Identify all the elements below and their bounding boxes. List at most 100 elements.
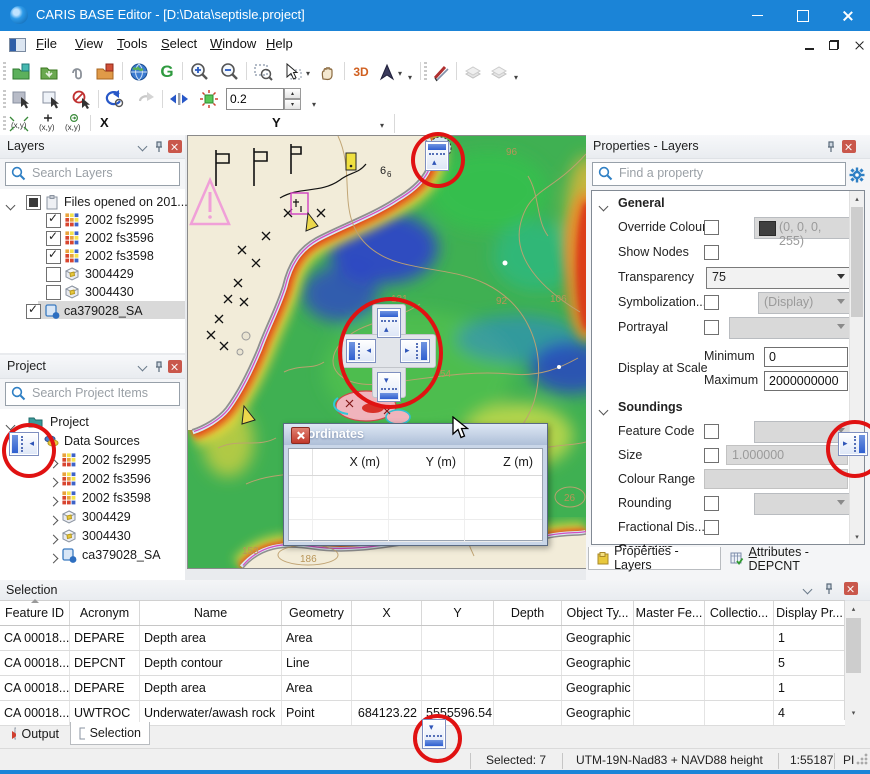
new-surface-button[interactable] — [10, 61, 32, 83]
table-row[interactable]: CA 00018...DEPCNTDepth contourLineGeogra… — [0, 651, 845, 676]
project-root-label[interactable]: Project — [50, 415, 89, 429]
property-search-input[interactable] — [617, 165, 843, 181]
menu-tools[interactable]: Tools — [117, 36, 147, 51]
north-arrow-button[interactable] — [376, 61, 398, 83]
layer-label[interactable]: 3004429 — [85, 267, 134, 281]
layer-row[interactable]: 3004429 — [0, 265, 185, 283]
expand-icon[interactable] — [50, 475, 57, 489]
layers-search-box[interactable] — [5, 162, 180, 186]
col-name[interactable]: Name — [140, 601, 282, 625]
project-item-label[interactable]: 2002 fs2995 — [82, 453, 151, 467]
coordinate-system[interactable]: UTM-19N-Nad83 + NAVD88 height — [576, 753, 763, 767]
dock-guide-left-button[interactable]: ◂ — [346, 339, 376, 363]
layer-label[interactable]: 2002 fs3596 — [85, 231, 154, 245]
mdi-close-button[interactable] — [846, 31, 870, 58]
section-soundings[interactable]: Soundings — [592, 397, 849, 419]
coordinates-window[interactable]: Coordinates X (m) Y (m) Z (m) — [283, 423, 548, 546]
scroll-down-icon[interactable]: ▾ — [850, 529, 864, 544]
toolbar-grip-2[interactable] — [424, 62, 427, 82]
toolbar-grip-4[interactable] — [3, 116, 6, 131]
symbolization-checkbox[interactable] — [704, 295, 719, 310]
min-scale-input[interactable] — [764, 347, 848, 367]
col-master-feature[interactable]: Master Fe... — [634, 601, 705, 625]
snap-tolerance-input[interactable] — [226, 88, 284, 110]
xy-add-button[interactable]: (x,y) — [36, 113, 58, 135]
max-scale-input[interactable] — [764, 371, 848, 391]
project-search-input[interactable] — [30, 385, 177, 401]
zoom-area-button[interactable] — [252, 61, 274, 83]
zoom-in-button[interactable] — [188, 61, 210, 83]
scroll-up-icon[interactable]: ▴ — [850, 191, 864, 206]
expand-collapse-icon[interactable] — [7, 198, 14, 212]
toolbar-grip-3[interactable] — [3, 90, 6, 108]
fit-width-button[interactable] — [168, 88, 190, 110]
select-tool-button[interactable] — [282, 61, 304, 83]
project-search-box[interactable] — [5, 382, 180, 406]
snap-tolerance-spinner[interactable]: ▴ ▾ — [284, 88, 301, 110]
pin-icon[interactable] — [824, 140, 838, 153]
layer-label[interactable]: 3004430 — [85, 285, 134, 299]
layer-label[interactable]: ca379028_SA — [64, 304, 143, 318]
table-row[interactable]: CA 00018...DEPAREDepth areaAreaGeographi… — [0, 626, 845, 651]
coordinates-empty-row[interactable] — [289, 520, 542, 542]
close-panel-icon[interactable] — [168, 140, 182, 153]
expand-icon[interactable] — [50, 513, 57, 527]
pin-icon[interactable] — [152, 140, 166, 153]
panel-menu-icon[interactable] — [135, 140, 149, 153]
close-panel-icon[interactable] — [844, 582, 858, 595]
flash-layer-button[interactable] — [198, 88, 220, 110]
selection-scrollbar[interactable]: ▴ ▾ — [844, 601, 862, 720]
scroll-down-icon[interactable]: ▾ — [845, 705, 862, 720]
fractional-checkbox[interactable] — [704, 520, 719, 535]
autohide-bottom-panel-button[interactable]: ▾ — [422, 719, 446, 749]
tab-selection[interactable]: Selection — [70, 722, 150, 745]
previous-view-button[interactable] — [104, 88, 126, 110]
maximize-button[interactable] — [780, 0, 825, 31]
col-y[interactable]: Y — [422, 601, 494, 625]
data-sources-label[interactable]: Data Sources — [64, 434, 140, 448]
autohide-left-panel-button[interactable]: ◂ — [9, 432, 39, 456]
expand-icon[interactable] — [50, 494, 57, 508]
close-button[interactable] — [825, 0, 870, 31]
project-item-row[interactable]: 3004429 — [0, 508, 185, 526]
scroll-up-icon[interactable]: ▴ — [845, 601, 862, 616]
dock-guide-right-button[interactable]: ▸ — [400, 339, 430, 363]
table-row[interactable]: CA 00018...DEPAREDepth areaAreaGeographi… — [0, 676, 845, 701]
layer-checkbox[interactable]: ✓ — [46, 213, 61, 228]
col-depth[interactable]: Depth — [494, 601, 562, 625]
deselect-button[interactable] — [70, 88, 92, 110]
tab-properties-layers[interactable]: Properties - Layers — [588, 547, 721, 570]
layers-root-label[interactable]: Files opened on 201... — [64, 195, 188, 209]
project-item-row[interactable]: 2002 fs3598 — [0, 489, 185, 507]
size-checkbox[interactable] — [704, 448, 719, 463]
layer-row-selected[interactable]: ✓ ca379028_SA — [0, 302, 185, 320]
resize-grip[interactable] — [856, 753, 868, 765]
expand-collapse-icon[interactable] — [7, 418, 14, 432]
toolbar3-overflow[interactable]: ▾ — [312, 100, 316, 109]
google-earth-button[interactable]: G — [156, 61, 178, 83]
pan-button[interactable] — [316, 61, 338, 83]
panel-menu-icon[interactable] — [135, 360, 149, 373]
section-general[interactable]: General — [592, 193, 849, 215]
layer-row[interactable]: ✓ 2002 fs3598 — [0, 247, 185, 265]
project-item-label[interactable]: 3004430 — [82, 529, 131, 543]
properties-panel-header[interactable]: Properties - Layers — [586, 135, 870, 159]
north-arrow-dropdown[interactable]: ▾ — [398, 69, 402, 78]
project-item-label[interactable]: ca379028_SA — [82, 548, 161, 562]
menu-select[interactable]: Select — [161, 36, 197, 51]
x-coordinate-field[interactable] — [116, 114, 266, 132]
menu-file[interactable]: File — [36, 36, 57, 51]
close-panel-icon[interactable] — [842, 140, 856, 153]
mdi-restore-button[interactable] — [821, 31, 847, 58]
override-colour-checkbox[interactable] — [704, 220, 719, 235]
scrollbar-thumb[interactable] — [851, 207, 863, 317]
gear-icon[interactable] — [848, 166, 866, 184]
toolbar-grip[interactable] — [3, 62, 6, 82]
scrollbar-thumb[interactable] — [846, 618, 861, 673]
menu-view[interactable]: View — [75, 36, 103, 51]
layer-row[interactable]: ✓ 2002 fs3596 — [0, 229, 185, 247]
select-tool-dropdown[interactable]: ▾ — [306, 69, 310, 78]
map-scale[interactable]: 1:55187 — [790, 753, 833, 767]
col-geometry[interactable]: Geometry — [282, 601, 352, 625]
properties-scrollbar[interactable]: ▴ ▾ — [849, 191, 864, 544]
